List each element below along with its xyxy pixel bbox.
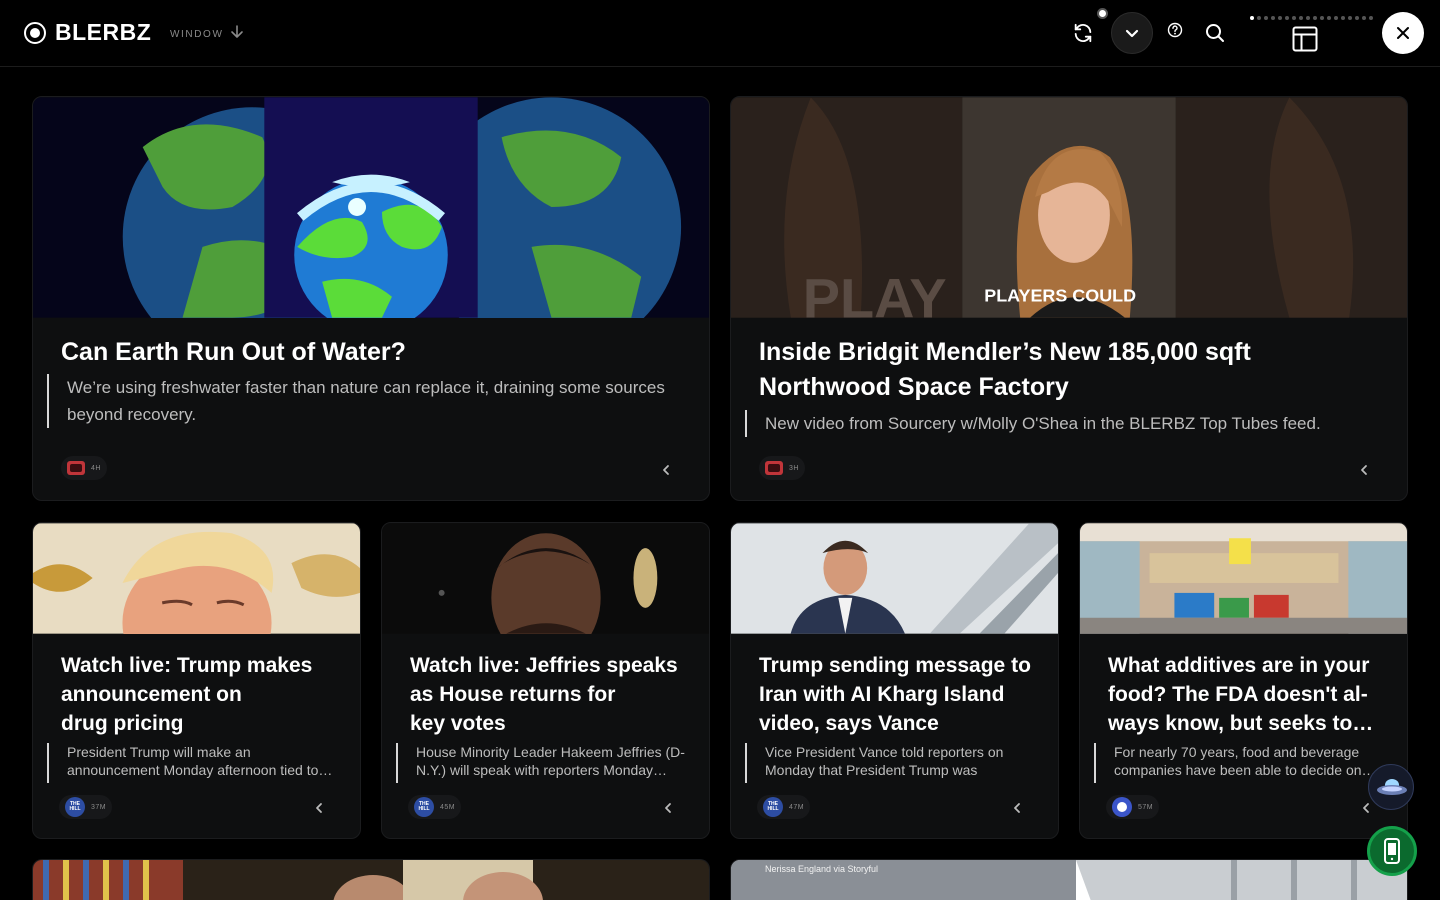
chevron-left-icon[interactable] xyxy=(660,464,672,476)
dropdown-button[interactable] xyxy=(1111,12,1153,54)
source-logo-icon xyxy=(1112,797,1132,817)
tv-icon xyxy=(67,461,85,475)
thumb-overlay-text: PLAYERS COULD xyxy=(984,286,1136,306)
mobile-app-button[interactable] xyxy=(1367,826,1417,876)
card-thumbnail[interactable] xyxy=(731,523,1058,634)
card-meta: THE HILL 37M xyxy=(59,795,113,819)
card-description: House Minority Leader Hakeem Jeffries (D… xyxy=(396,743,686,783)
card-time: 45M xyxy=(440,803,456,811)
card-thumbnail[interactable]: PLAY PLAYERS COULD xyxy=(731,97,1407,318)
card-title[interactable]: Watch live: Trump makes announcement on … xyxy=(61,651,351,738)
story-card[interactable]: What additives are in your food? The FDA… xyxy=(1079,522,1408,839)
top-bar: BLERBZ WINDOW xyxy=(0,0,1440,67)
ufo-assistant-button[interactable] xyxy=(1368,764,1414,810)
ufo-icon xyxy=(1377,779,1407,795)
card-description: Vice President Vance told reporters on M… xyxy=(745,743,1035,783)
chevron-left-icon[interactable] xyxy=(313,802,325,814)
thumb-bg-text: PLAY xyxy=(803,267,947,318)
card-meta: THE HILL 45M xyxy=(408,795,462,819)
featured-card[interactable]: Can Earth Run Out of Water? We’re using … xyxy=(32,96,710,501)
photo-credit: Nerissa England via Storyful xyxy=(765,864,879,874)
featured-card[interactable]: Nerissa England via Storyful xyxy=(730,859,1408,900)
chevron-left-icon[interactable] xyxy=(1011,802,1023,814)
record-logo-icon[interactable] xyxy=(24,22,46,44)
window-menu-label[interactable]: WINDOW xyxy=(170,29,223,40)
card-time: 37M xyxy=(91,803,107,811)
card-time: 3H xyxy=(789,464,799,472)
the-hill-logo: THE HILL xyxy=(763,797,783,817)
the-hill-logo: THE HILL xyxy=(414,797,434,817)
card-time: 4H xyxy=(91,464,101,472)
notification-dot xyxy=(1097,8,1108,19)
card-time: 47M xyxy=(789,803,805,811)
layout-panel-icon[interactable] xyxy=(1291,25,1319,53)
story-card[interactable]: Trump sending message to Iran with AI Kh… xyxy=(730,522,1059,839)
card-meta: 4H xyxy=(61,456,107,480)
chevron-left-icon[interactable] xyxy=(662,802,674,814)
refresh-icon[interactable] xyxy=(1071,21,1095,45)
close-icon xyxy=(1397,27,1409,39)
card-time: 57M xyxy=(1138,803,1154,811)
card-thumbnail[interactable] xyxy=(33,523,360,634)
card-description: We’re using freshwater faster than natur… xyxy=(47,374,687,428)
card-description: For nearly 70 years, food and beverage c… xyxy=(1094,743,1384,783)
card-title[interactable]: Watch live: Jeffries speaks as House ret… xyxy=(410,651,700,738)
help-circle-icon[interactable] xyxy=(1167,22,1183,38)
card-thumbnail[interactable] xyxy=(1080,523,1407,634)
page-dots[interactable] xyxy=(1250,16,1373,20)
card-meta: THE HILL 47M xyxy=(757,795,811,819)
card-title[interactable]: Inside Bridgit Mendler’s New 185,000 sqf… xyxy=(759,335,1389,405)
phone-icon xyxy=(1384,838,1400,864)
arrow-down-icon[interactable] xyxy=(230,24,244,40)
close-button[interactable] xyxy=(1382,12,1424,54)
brand-name[interactable]: BLERBZ xyxy=(55,19,151,46)
card-title[interactable]: What additives are in your food? The FDA… xyxy=(1108,651,1398,738)
story-card[interactable]: Watch live: Jeffries speaks as House ret… xyxy=(381,522,710,839)
chevron-left-icon[interactable] xyxy=(1358,464,1370,476)
card-meta: 57M xyxy=(1106,795,1160,819)
featured-card[interactable]: PLAY PLAYERS COULD Inside Bridgit Mendle… xyxy=(730,96,1408,501)
chevron-down-icon xyxy=(1125,29,1139,38)
card-description: President Trump will make an announcemen… xyxy=(47,743,337,783)
card-title[interactable]: Can Earth Run Out of Water? xyxy=(61,335,691,370)
card-thumbnail[interactable] xyxy=(33,860,710,900)
card-description: New video from Sourcery w/Molly O'Shea i… xyxy=(745,410,1385,437)
card-thumbnail[interactable] xyxy=(33,97,709,318)
featured-card[interactable] xyxy=(32,859,710,900)
search-icon[interactable] xyxy=(1204,22,1226,44)
card-thumbnail[interactable] xyxy=(382,523,709,634)
tv-icon xyxy=(765,461,783,475)
card-title[interactable]: Trump sending message to Iran with AI Kh… xyxy=(759,651,1049,738)
the-hill-logo: THE HILL xyxy=(65,797,85,817)
card-meta: 3H xyxy=(759,456,805,480)
story-card[interactable]: Watch live: Trump makes announcement on … xyxy=(32,522,361,839)
